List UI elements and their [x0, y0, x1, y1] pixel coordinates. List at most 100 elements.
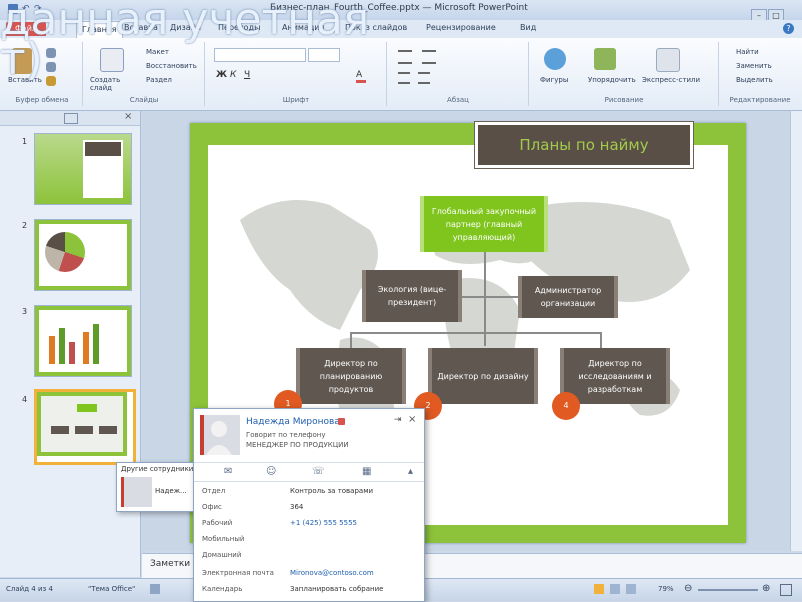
format-painter-icon[interactable] [46, 76, 56, 86]
help-icon[interactable]: ? [783, 23, 794, 34]
tab-transitions[interactable]: Переходы [218, 23, 260, 32]
email-link[interactable]: Mironova@contoso.com [290, 569, 374, 577]
bullets-icon[interactable] [398, 50, 412, 64]
zoom-in-icon[interactable]: ⊕ [762, 583, 770, 594]
reading-view-icon[interactable] [626, 584, 636, 594]
align-left-icon[interactable] [398, 72, 410, 84]
ribbon: Вставить Буфер обмена Создать слайд Маке… [0, 38, 802, 111]
italic-button[interactable]: К [230, 70, 236, 80]
fit-slide-icon[interactable] [780, 584, 792, 596]
group-slides: Создать слайд Макет Восстановить Раздел … [84, 42, 205, 106]
popup-title: Другие сотрудники [121, 465, 194, 473]
other-people-popup: Другие сотрудники Надеж... [116, 462, 198, 512]
paste-icon[interactable] [12, 48, 32, 74]
field-label: Мобильный [202, 535, 245, 543]
section-button[interactable]: Раздел [146, 76, 172, 84]
slide-thumbnail-selected[interactable] [34, 389, 136, 465]
tab-slideshow[interactable]: Показ слайдов [345, 23, 407, 32]
cut-icon[interactable] [46, 48, 56, 58]
slide-thumbnail[interactable] [34, 305, 132, 377]
panel-close-icon[interactable]: × [124, 111, 132, 122]
org-box-ecology[interactable]: Экология (вице-президент) [362, 270, 462, 322]
reset-button[interactable]: Восстановить [146, 62, 197, 70]
save-icon[interactable] [8, 4, 18, 14]
email-icon[interactable]: ✉ [224, 466, 232, 477]
bold-button[interactable]: Ж [216, 70, 227, 80]
schedule-meeting-link[interactable]: Запланировать собрание [290, 585, 383, 593]
slide-number: 2 [22, 221, 28, 230]
field-label: Электронная почта [202, 569, 274, 577]
slide-number: 3 [22, 307, 28, 316]
field-value: 364 [290, 503, 304, 511]
tab-file[interactable]: Файл [6, 22, 46, 36]
font-name-input[interactable] [214, 48, 306, 62]
im-icon[interactable]: ☺ [266, 466, 276, 477]
paste-button[interactable]: Вставить [8, 76, 42, 84]
align-center-icon[interactable] [418, 72, 430, 84]
pin-icon[interactable]: ⇥ [394, 415, 402, 425]
field-label: Календарь [202, 585, 243, 593]
group-label-paragraph: Абзац [447, 96, 469, 104]
redo-icon[interactable]: ↷ [34, 4, 42, 14]
font-size-input[interactable] [308, 48, 340, 62]
contact-name[interactable]: Надежда Миронова [246, 417, 340, 427]
quick-access-toolbar[interactable]: ↶ ↷ [8, 4, 68, 16]
slides-tab-icon[interactable] [64, 113, 78, 124]
layout-button[interactable]: Макет [146, 48, 169, 56]
group-label-clipboard: Буфер обмена [15, 96, 69, 104]
person-photo[interactable] [121, 477, 152, 507]
numbering-icon[interactable] [422, 50, 436, 64]
notes-placeholder: Заметки [150, 559, 191, 569]
person-name[interactable]: Надеж... [155, 487, 187, 495]
new-slide-button[interactable]: Создать слайд [90, 76, 138, 92]
number-circle: 4 [552, 392, 580, 420]
calendar-icon[interactable]: ▦ [362, 466, 371, 477]
replace-button[interactable]: Заменить [736, 62, 772, 70]
copy-icon[interactable] [46, 62, 56, 72]
card-close-icon[interactable]: × [408, 414, 416, 425]
org-box-research[interactable]: Директор по исследованиям и разработкам [560, 348, 670, 404]
tab-review[interactable]: Рецензирование [426, 23, 496, 32]
group-drawing: Фигуры Упорядочить Экспресс-стили Рисова… [530, 42, 719, 106]
zoom-out-icon[interactable]: ⊖ [684, 583, 692, 594]
sorter-view-icon[interactable] [610, 584, 620, 594]
tab-animations[interactable]: Анимация [282, 23, 324, 32]
tab-view[interactable]: Вид [520, 23, 536, 32]
slide-thumbnail[interactable] [34, 219, 132, 291]
work-phone-link[interactable]: +1 (425) 555 5555 [290, 519, 357, 527]
new-slide-icon[interactable] [100, 48, 124, 72]
underline-button[interactable]: Ч [244, 70, 250, 80]
normal-view-icon[interactable] [594, 584, 604, 594]
arrange-icon[interactable] [594, 48, 616, 70]
tab-insert[interactable]: Вставка [124, 23, 158, 32]
select-button[interactable]: Выделить [736, 76, 773, 84]
group-editing: Найти Заменить Выделить Редактирование [720, 42, 800, 106]
presence-icon [338, 418, 345, 425]
phone-icon[interactable]: ☏ [312, 466, 325, 477]
contact-status: Говорит по телефону [246, 431, 326, 439]
arrange-button[interactable]: Упорядочить [588, 76, 636, 84]
quick-styles-button[interactable]: Экспресс-стили [642, 76, 700, 84]
org-box-planning[interactable]: Директор по планированию продуктов [296, 348, 406, 404]
zoom-slider[interactable] [698, 589, 758, 591]
spellcheck-icon[interactable] [150, 584, 160, 594]
zoom-level: 79% [658, 585, 674, 593]
window-controls: –□× [750, 3, 796, 43]
undo-icon[interactable]: ↶ [22, 4, 30, 14]
quick-styles-icon[interactable] [656, 48, 680, 72]
font-color-icon[interactable]: A [356, 70, 366, 83]
slide-title[interactable]: Планы по найму [475, 122, 693, 168]
tab-home[interactable]: Главная [76, 21, 123, 38]
expand-icon[interactable]: ▴ [408, 466, 413, 477]
slides-panel-tabs: × [0, 111, 140, 126]
tab-design[interactable]: Дизайн [170, 23, 201, 32]
vertical-scrollbar[interactable] [790, 111, 802, 551]
org-box-design[interactable]: Директор по дизайну [428, 348, 538, 404]
shapes-icon[interactable] [544, 48, 566, 70]
person-silhouette-icon [206, 421, 232, 455]
org-box-top[interactable]: Глобальный закупочный партнер (главный у… [420, 196, 548, 252]
slide-thumbnail[interactable] [34, 133, 132, 205]
org-box-admin[interactable]: Администратор организации [518, 276, 618, 318]
shapes-button[interactable]: Фигуры [540, 76, 568, 84]
find-button[interactable]: Найти [736, 48, 759, 56]
